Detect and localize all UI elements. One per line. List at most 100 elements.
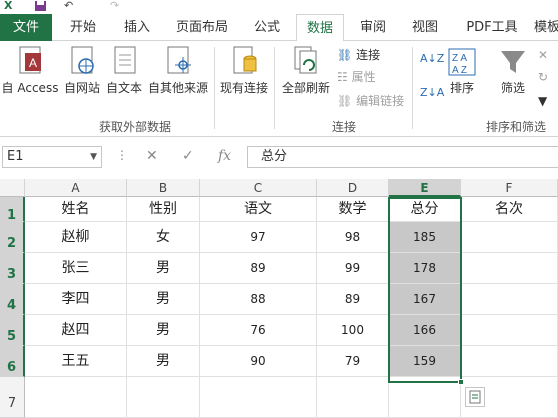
- cell-a7[interactable]: [25, 377, 127, 418]
- tab-page-layout[interactable]: 页面布局: [170, 14, 234, 41]
- cell-b4[interactable]: 男: [127, 284, 200, 315]
- cell-f6[interactable]: [461, 346, 558, 377]
- cell-d2[interactable]: 98: [317, 222, 389, 253]
- refresh-all-button[interactable]: 全部刷新: [278, 45, 334, 96]
- excel-icon[interactable]: X: [4, 0, 12, 12]
- cell-e2[interactable]: 185: [389, 222, 461, 253]
- cell-e1[interactable]: 总分: [389, 197, 461, 222]
- cell-b5[interactable]: 男: [127, 315, 200, 346]
- tab-review[interactable]: 审阅: [352, 14, 394, 41]
- tab-formulas[interactable]: 公式: [246, 14, 288, 41]
- from-other-sources-button[interactable]: 自其他来源: [146, 45, 210, 96]
- chevron-down-icon[interactable]: ▼: [90, 147, 97, 167]
- cell-f4[interactable]: [461, 284, 558, 315]
- cell-b7[interactable]: [127, 377, 200, 418]
- connections-button[interactable]: ⛓ 连接: [337, 47, 380, 63]
- cell-c1[interactable]: 语文: [200, 197, 317, 222]
- cell-a6[interactable]: 王五: [25, 346, 127, 377]
- more-options-icon[interactable]: ⋮: [116, 148, 128, 162]
- cell-e7[interactable]: [389, 377, 461, 418]
- fx-icon[interactable]: fx: [218, 148, 231, 164]
- column-header-e[interactable]: E: [389, 179, 461, 197]
- cancel-icon[interactable]: ✕: [146, 148, 158, 164]
- formula-bar: E1 ▼ ⋮ ✕ ✓ fx 总分: [0, 144, 558, 172]
- cell-a2[interactable]: 赵柳: [25, 222, 127, 253]
- column-header-c[interactable]: C: [200, 179, 317, 197]
- enter-icon[interactable]: ✓: [182, 148, 194, 164]
- quick-analysis-button[interactable]: [465, 387, 485, 407]
- cell-c5[interactable]: 76: [200, 315, 317, 346]
- existing-connections-button[interactable]: 现有连接: [218, 45, 270, 96]
- sort-asc-icon[interactable]: A↓Z: [420, 51, 444, 67]
- group-label-sort-filter: 排序和筛选: [485, 120, 546, 134]
- cell-f3[interactable]: [461, 253, 558, 284]
- cell-b1[interactable]: 性别: [127, 197, 200, 222]
- column-header-d[interactable]: D: [317, 179, 389, 197]
- cell-d5[interactable]: 100: [317, 315, 389, 346]
- tab-home[interactable]: 开始: [62, 14, 104, 41]
- advanced-filter-icon[interactable]: ▼: [538, 93, 547, 109]
- formula-input[interactable]: 总分: [247, 146, 558, 168]
- row-header-3[interactable]: 3: [0, 253, 25, 284]
- cell-b6[interactable]: 男: [127, 346, 200, 377]
- from-access-button[interactable]: A 自 Access: [0, 45, 60, 96]
- cell-e4[interactable]: 167: [389, 284, 461, 315]
- from-web-button[interactable]: 自网站: [62, 45, 102, 96]
- name-box[interactable]: E1 ▼: [2, 146, 102, 168]
- tab-view[interactable]: 视图: [404, 14, 446, 41]
- cell-d4[interactable]: 89: [317, 284, 389, 315]
- sort-desc-icon[interactable]: Z↓A: [420, 85, 444, 101]
- undo-icon[interactable]: ↶: [64, 0, 73, 12]
- cell-b2[interactable]: 女: [127, 222, 200, 253]
- column-header-f[interactable]: F: [461, 179, 558, 197]
- tab-pdf-tools[interactable]: PDF工具: [460, 14, 524, 41]
- cell-a4[interactable]: 李四: [25, 284, 127, 315]
- cell-b3[interactable]: 男: [127, 253, 200, 284]
- row-header-4[interactable]: 4: [0, 284, 25, 315]
- edit-links-button[interactable]: ⛓ 编辑链接: [337, 93, 404, 109]
- tab-file[interactable]: 文件: [0, 14, 52, 41]
- tab-data[interactable]: 数据: [296, 14, 344, 42]
- cell-d6[interactable]: 79: [317, 346, 389, 377]
- cell-e5[interactable]: 166: [389, 315, 461, 346]
- column-header-b[interactable]: B: [127, 179, 200, 197]
- filter-button[interactable]: 筛选: [494, 45, 532, 96]
- cell-c7[interactable]: [200, 377, 317, 418]
- cell-a3[interactable]: 张三: [25, 253, 127, 284]
- cell-d7[interactable]: [317, 377, 389, 418]
- access-icon: A: [19, 46, 41, 74]
- save-icon[interactable]: [34, 0, 47, 12]
- cell-d1[interactable]: 数学: [317, 197, 389, 222]
- ribbon: A 自 Access 自网站 自文本 自其他来源 现有连接 获取外部数据 全部刷…: [0, 41, 558, 137]
- tab-templates[interactable]: 模板: [532, 14, 558, 41]
- cell-c4[interactable]: 88: [200, 284, 317, 315]
- cell-e3[interactable]: 178: [389, 253, 461, 284]
- fill-handle[interactable]: [458, 379, 464, 385]
- cell-c2[interactable]: 97: [200, 222, 317, 253]
- filter-icon: [501, 51, 525, 73]
- cell-c6[interactable]: 90: [200, 346, 317, 377]
- select-all-corner[interactable]: [0, 179, 25, 197]
- row-header-5[interactable]: 5: [0, 315, 25, 346]
- column-header-a[interactable]: A: [25, 179, 127, 197]
- properties-button[interactable]: ☷ 属性: [337, 69, 376, 85]
- cell-d3[interactable]: 99: [317, 253, 389, 284]
- cell-a1[interactable]: 姓名: [25, 197, 127, 222]
- tab-insert[interactable]: 插入: [116, 14, 158, 41]
- redo-icon[interactable]: ↷: [110, 0, 119, 12]
- row-header-1[interactable]: 1: [0, 197, 25, 223]
- row-header-2[interactable]: 2: [0, 222, 25, 253]
- cell-f5[interactable]: [461, 315, 558, 346]
- cell-f1[interactable]: 名次: [461, 197, 558, 222]
- cell-e6[interactable]: 159: [389, 346, 461, 377]
- group-separator: [412, 47, 413, 129]
- from-text-button[interactable]: 自文本: [104, 45, 144, 96]
- cell-c3[interactable]: 89: [200, 253, 317, 284]
- clear-filter-icon[interactable]: ✕: [538, 47, 548, 63]
- reapply-icon[interactable]: ↻: [538, 69, 548, 85]
- sort-button[interactable]: Z A A Z 排序: [444, 45, 480, 96]
- cell-f2[interactable]: [461, 222, 558, 253]
- row-header-6[interactable]: 6: [0, 346, 25, 377]
- cell-a5[interactable]: 赵四: [25, 315, 127, 346]
- row-header-7[interactable]: 7: [0, 377, 25, 418]
